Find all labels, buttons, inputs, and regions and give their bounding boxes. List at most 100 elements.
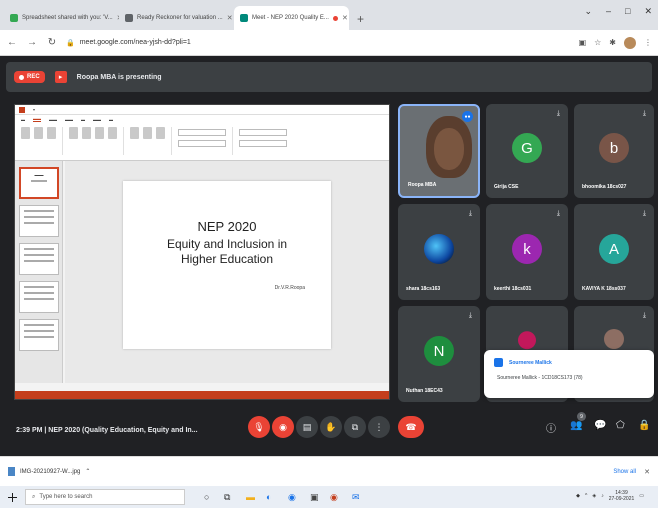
chevron-up-icon[interactable]: ⌃ [85,468,90,475]
close-download-bar-icon[interactable]: ✕ [644,468,650,476]
taskbar-clock[interactable]: 14:39 27-09-2021 [609,490,635,502]
participant-tile[interactable]: ⤓ G Girija CSE [486,104,568,198]
mic-off-icon: ⤓ [642,110,646,117]
mic-off-icon: ⤓ [468,312,472,319]
minimize-button[interactable]: – [606,6,611,17]
lock-icon: 🔒 [66,39,75,47]
participant-name: Roopa MBA [408,182,437,188]
browser-tab-meet[interactable]: Meet - NEP 2020 Quality E... ✕ [234,6,349,30]
ribbon-button-icon [47,127,56,139]
participant-tile[interactable]: ⤓ b bhoomika 18cs027 [574,104,654,198]
edge-icon[interactable]: ◐ [266,492,271,502]
browser-tab-ready-reckoner[interactable]: Ready Reckoner for valuation ... ✕ [119,6,234,30]
close-window-button[interactable]: ✕ [644,6,652,17]
network-icon[interactable]: ◈ [592,493,596,499]
windows-start-icon[interactable] [8,492,17,502]
participant-tile[interactable]: ⤓ shara 18cs163 [398,204,480,300]
slide-canvas: NEP 2020 Equity and Inclusion in Higher … [65,161,389,383]
thumbnail-line [24,330,54,332]
participant-tile-speaker[interactable]: ●● Roopa MBA [398,104,480,198]
system-tray: ◆ ^ ◈ ♪ 14:39 27-09-2021 ▭ [576,490,644,502]
meeting-info: 2:39 PM | NEP 2020 (Quality Education, E… [16,426,198,434]
font-group [178,127,233,155]
maximize-button[interactable]: □ [625,6,630,17]
menu-icon[interactable]: ⋮ [644,38,652,47]
forward-icon[interactable]: → [26,37,38,48]
cortana-icon[interactable]: ○ [204,492,209,502]
thumbnail-line [24,254,54,256]
close-tab-icon[interactable]: ✕ [342,14,348,22]
activities-icon[interactable]: ⬠ [616,420,625,431]
back-icon[interactable]: ← [6,37,18,48]
thumbnail-line [24,260,54,262]
ribbon-tab: ▬ [81,116,85,122]
thumbnail-line [24,210,54,212]
download-bar: IMG-20210927-W...jpg ⌃ Show all ✕ [0,456,658,486]
mic-off-icon: ⤓ [468,210,472,217]
url-text: meet.google.com/nea-yjsh-dd?pli=1 [79,39,191,46]
meeting-details-icon[interactable]: ⓘ [546,420,556,435]
show-hidden-icons[interactable]: ^ [585,493,587,499]
chat-icon[interactable]: 💬 [594,420,606,431]
browser-tab-spreadsheet[interactable]: Spreadsheet shared with you: 'V... ✕ [4,6,119,30]
mail-icon[interactable]: ✉ [352,492,360,503]
app-icon[interactable]: ◉ [330,492,338,503]
star-icon[interactable]: ☆ [594,38,601,47]
rec-label: REC [27,74,40,80]
tab-search-icon[interactable]: ⌄ [584,6,592,17]
participant-tile[interactable]: ⤓ A KAVIYA K 18ss037 [574,204,654,300]
thumbnail-line [24,222,54,224]
mic-off-icon: ⤓ [642,210,646,217]
microphone-off-button[interactable]: 🎙 [248,416,270,438]
camera-icon[interactable]: ▣ [579,38,587,47]
participant-photo-avatar [604,328,624,349]
file-explorer-icon[interactable]: ▬ [246,492,255,502]
captions-button[interactable]: ▤ [296,416,318,438]
join-notification[interactable]: Sourneree Mallick Sourneree Mallick - 1C… [484,350,654,398]
ribbon-tab: ▬▬ [49,116,57,122]
close-tab-icon[interactable]: ✕ [227,14,233,22]
notifications-icon[interactable]: ▭ [639,493,644,499]
chrome-icon[interactable]: ◉ [288,492,296,503]
extensions-icon[interactable]: ✱ [609,38,616,47]
tray-app-icon[interactable]: ◆ [576,493,580,499]
volume-icon[interactable]: ♪ [601,493,604,499]
reload-icon[interactable]: ↻ [46,37,58,48]
participant-avatar: b [599,133,629,163]
participant-name: shara 18cs163 [406,286,441,292]
participant-name: keerthi 18cs031 [494,286,532,292]
url-field[interactable]: 🔒 meet.google.com/nea-yjsh-dd?pli=1 [66,39,571,47]
present-screen-icon: ▸ [54,71,67,83]
present-now-button[interactable]: ⧉ [344,416,366,438]
host-controls-icon[interactable]: 🔒 [638,420,650,431]
show-all-button[interactable]: Show all [613,469,636,475]
download-item[interactable]: IMG-20210927-W...jpg ⌃ [8,467,90,476]
ribbon-button-icon [34,127,43,139]
thumbnail-line [24,336,54,338]
task-view-icon[interactable]: ⧉ [224,492,230,503]
ribbon-button-icon [143,127,152,139]
thumbnail-line [24,292,54,294]
more-options-button[interactable]: ⋮ [368,416,390,438]
slide-thumbnail [19,205,59,237]
thumbnail-line [24,324,54,326]
mic-off-icon: ⤓ [642,312,646,319]
raise-hand-button[interactable]: ✋ [320,416,342,438]
record-icon [19,74,24,80]
thumbnail-title: ▬▬▬ [34,173,44,177]
shared-screen[interactable]: ▾ ▬ ▬▬ ▬▬ ▬▬ ▬ ▬▬ ▬ ▬▬▬ NEP 2020 Equity … [14,104,390,400]
profile-avatar[interactable] [624,36,636,49]
paragraph-box [239,140,287,147]
new-tab-button[interactable]: + [349,12,372,30]
participant-tile[interactable]: ⤓ k keerthi 18cs031 [486,204,568,300]
people-icon[interactable]: 👥 [570,420,582,431]
participant-tile[interactable]: ⤓ N Nuthan 18EC43 [398,306,480,402]
camera-off-button[interactable]: ◉ [272,416,294,438]
taskbar-search-box[interactable]: ⌕ Type here to search [25,489,185,505]
browser-tab-strip: Spreadsheet shared with you: 'V... ✕ Rea… [0,0,658,30]
leave-call-button[interactable]: ☎ [398,416,424,438]
font-name-box [178,129,226,136]
address-bar: ← → ↻ 🔒 meet.google.com/nea-yjsh-dd?pli=… [0,30,658,56]
ribbon-tabs: ▬ ▬▬ ▬▬ ▬▬ ▬ ▬▬ ▬ [15,115,389,123]
store-icon[interactable]: ▣ [310,492,319,503]
